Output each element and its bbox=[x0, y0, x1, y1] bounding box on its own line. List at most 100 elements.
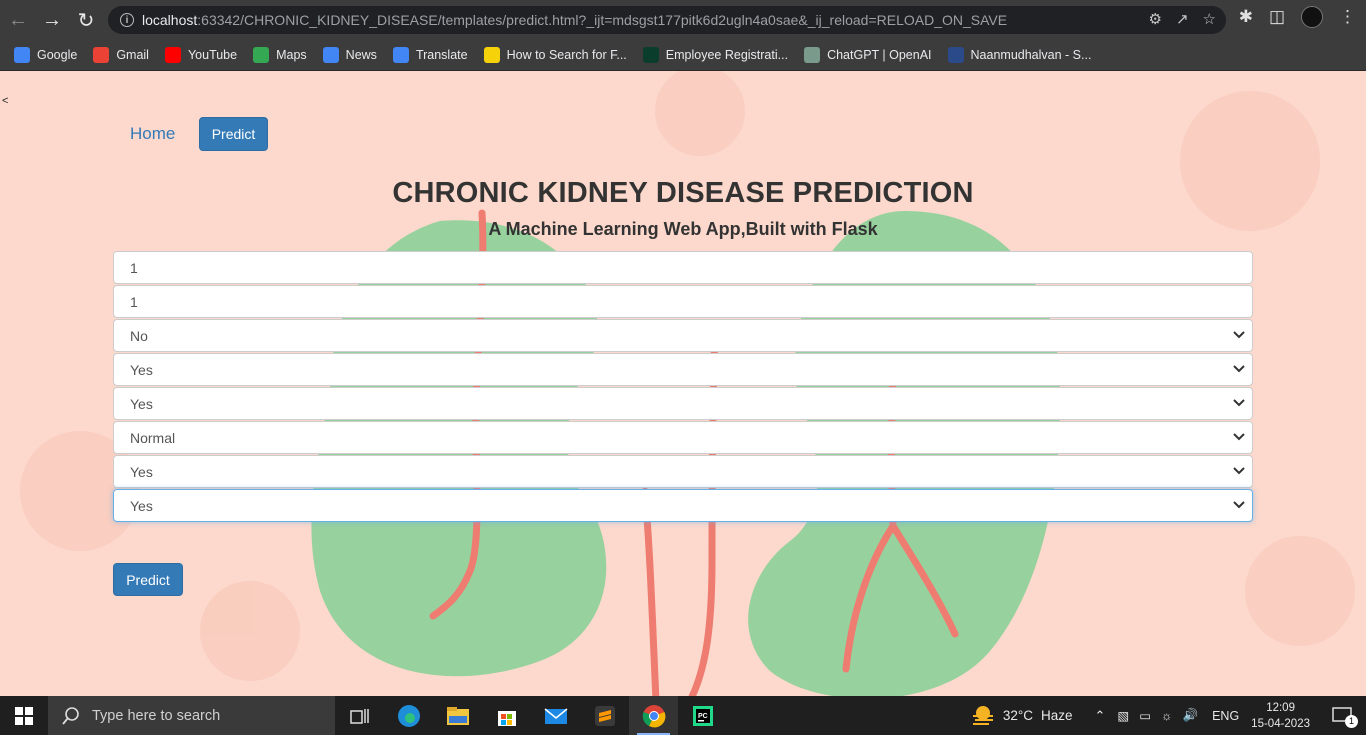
bookmark-label: ChatGPT | OpenAI bbox=[827, 48, 932, 62]
bookmark-star-icon[interactable]: ☆ bbox=[1203, 10, 1216, 28]
volume-icon[interactable]: 🔊 bbox=[1183, 708, 1199, 723]
pycharm-icon[interactable]: PC bbox=[678, 696, 727, 735]
weather-widget[interactable]: 32°C Haze bbox=[971, 705, 1073, 727]
windows-start-icon[interactable] bbox=[0, 696, 48, 735]
field-value: Yes bbox=[130, 395, 153, 412]
translate-page-icon[interactable]: ⚙ bbox=[1149, 10, 1162, 28]
search-icon bbox=[62, 706, 79, 725]
bookmark-item[interactable]: Employee Registrati... bbox=[642, 47, 789, 63]
bookmark-item[interactable]: News bbox=[322, 47, 377, 63]
system-tray: 32°C Haze ⌃ ▧ ▭ ☼ 🔊 ENG 12:09 15-04-2023… bbox=[971, 696, 1366, 735]
google-icon bbox=[14, 47, 30, 63]
predict-submit-button[interactable]: Predict bbox=[113, 563, 183, 596]
bookmark-label: Naanmudhalvan - S... bbox=[970, 48, 1092, 62]
gmail-icon bbox=[93, 47, 110, 63]
url-host: localhost bbox=[142, 12, 198, 28]
taskbar-search[interactable]: Type here to search bbox=[48, 696, 335, 735]
edge-icon[interactable] bbox=[384, 696, 433, 735]
youtube-icon bbox=[164, 47, 181, 63]
bookmark-item[interactable]: ChatGPT | OpenAI bbox=[804, 47, 932, 63]
bookmark-label: Maps bbox=[276, 48, 307, 62]
notifications-icon[interactable]: 1 bbox=[1332, 706, 1358, 728]
openai-icon bbox=[804, 47, 821, 63]
weather-temp: 32°C bbox=[1002, 708, 1033, 723]
bookmark-label: How to Search for F... bbox=[506, 48, 627, 62]
bookmark-item[interactable]: Google bbox=[14, 47, 77, 63]
bookmark-label: Gmail bbox=[116, 48, 149, 62]
d-icon bbox=[483, 47, 500, 63]
page-content: < Home Predict CHRONIC KIDNEY DISEASE PR… bbox=[0, 71, 1366, 696]
chevron-down-icon bbox=[1233, 433, 1245, 441]
page-subtitle: A Machine Learning Web App,Built with Fl… bbox=[488, 219, 878, 239]
back-icon[interactable]: ← bbox=[2, 4, 34, 36]
url-path: :63342/CHRONIC_KIDNEY_DISEASE/templates/… bbox=[197, 12, 1008, 28]
wifi-icon[interactable]: ☼ bbox=[1161, 709, 1172, 723]
field-value: 1 bbox=[130, 293, 138, 310]
clock[interactable]: 12:09 15-04-2023 bbox=[1251, 700, 1310, 732]
form-select[interactable]: Normal bbox=[113, 421, 1253, 454]
menu-icon[interactable]: ⋮ bbox=[1339, 7, 1356, 27]
task-view-icon[interactable] bbox=[335, 696, 384, 735]
bookmark-item[interactable]: YouTube bbox=[164, 47, 237, 63]
reload-icon[interactable]: ↻ bbox=[70, 4, 102, 36]
home-link[interactable]: Home bbox=[130, 124, 175, 144]
battery-icon[interactable]: ▭ bbox=[1139, 708, 1151, 723]
language-indicator[interactable]: ENG bbox=[1212, 709, 1239, 723]
extensions-icon[interactable]: ✱ bbox=[1239, 7, 1253, 27]
page-title: CHRONIC KIDNEY DISEASE PREDICTION bbox=[392, 177, 974, 209]
address-bar[interactable]: i localhost:63342/CHRONIC_KIDNEY_DISEASE… bbox=[108, 6, 1226, 34]
bookmark-item[interactable]: Naanmudhalvan - S... bbox=[947, 47, 1092, 63]
site-info-icon[interactable]: i bbox=[120, 13, 134, 27]
weather-desc: Haze bbox=[1040, 708, 1073, 723]
chevron-up-icon[interactable]: ⌃ bbox=[1095, 708, 1106, 724]
forward-icon[interactable]: → bbox=[36, 4, 68, 36]
form-select[interactable]: Yes bbox=[113, 387, 1253, 420]
notification-count: 1 bbox=[1345, 714, 1358, 728]
bookmarks-bar: Google Gmail YouTube Maps News Translate How t… bbox=[0, 40, 1366, 71]
dot-icon bbox=[642, 47, 659, 63]
chrome-icon[interactable] bbox=[629, 696, 678, 735]
clock-date: 15-04-2023 bbox=[1251, 717, 1310, 730]
svg-text:PC: PC bbox=[698, 713, 708, 720]
windows-taskbar: Type here to search PC 32°C Haze ⌃ ▧ ▭ ☼… bbox=[0, 696, 1366, 735]
bookmark-item[interactable]: How to Search for F... bbox=[483, 47, 627, 63]
chevron-down-icon bbox=[1233, 365, 1245, 373]
maps-icon bbox=[253, 47, 270, 63]
form-select[interactable]: Yes bbox=[113, 353, 1253, 386]
profile-avatar[interactable] bbox=[1301, 6, 1323, 28]
stray-text: < bbox=[2, 95, 9, 107]
taskbar-search-placeholder: Type here to search bbox=[92, 707, 221, 724]
field-value: Yes bbox=[130, 361, 153, 378]
news-icon bbox=[322, 47, 339, 63]
clock-time: 12:09 bbox=[1266, 701, 1295, 714]
form-input[interactable]: 1 bbox=[113, 285, 1253, 318]
bookmark-item[interactable]: Maps bbox=[253, 47, 307, 63]
bookmark-item[interactable]: Translate bbox=[392, 47, 468, 63]
file-explorer-icon[interactable] bbox=[433, 696, 482, 735]
form-select[interactable]: No bbox=[113, 319, 1253, 352]
field-value: 1 bbox=[130, 259, 138, 276]
field-value: No bbox=[130, 327, 148, 344]
sublime-text-icon[interactable] bbox=[580, 696, 629, 735]
translate-icon bbox=[392, 47, 409, 63]
predict-nav-button[interactable]: Predict bbox=[199, 117, 268, 151]
chevron-down-icon bbox=[1233, 501, 1245, 509]
bookmark-label: News bbox=[345, 48, 377, 62]
chevron-down-icon bbox=[1233, 399, 1245, 407]
bookmark-label: Google bbox=[37, 48, 78, 62]
field-value: Yes bbox=[130, 497, 153, 514]
mail-icon[interactable] bbox=[531, 696, 580, 735]
chevron-down-icon bbox=[1233, 467, 1245, 475]
microsoft-store-icon[interactable] bbox=[482, 696, 531, 735]
side-panel-icon[interactable]: ◫ bbox=[1269, 7, 1285, 27]
form-select[interactable]: Yes bbox=[113, 489, 1253, 522]
meet-now-icon[interactable]: ▧ bbox=[1117, 708, 1129, 723]
bookmark-label: Employee Registrati... bbox=[665, 48, 789, 62]
form-select[interactable]: Yes bbox=[113, 455, 1253, 488]
share-icon[interactable]: ↗ bbox=[1176, 10, 1189, 28]
form-input[interactable]: 1 bbox=[113, 251, 1253, 284]
url-text[interactable]: localhost:63342/CHRONIC_KIDNEY_DISEASE/t… bbox=[142, 12, 1007, 28]
bookmark-item[interactable]: Gmail bbox=[93, 47, 149, 63]
chevron-down-icon bbox=[1233, 331, 1245, 339]
field-value: Normal bbox=[130, 429, 176, 446]
